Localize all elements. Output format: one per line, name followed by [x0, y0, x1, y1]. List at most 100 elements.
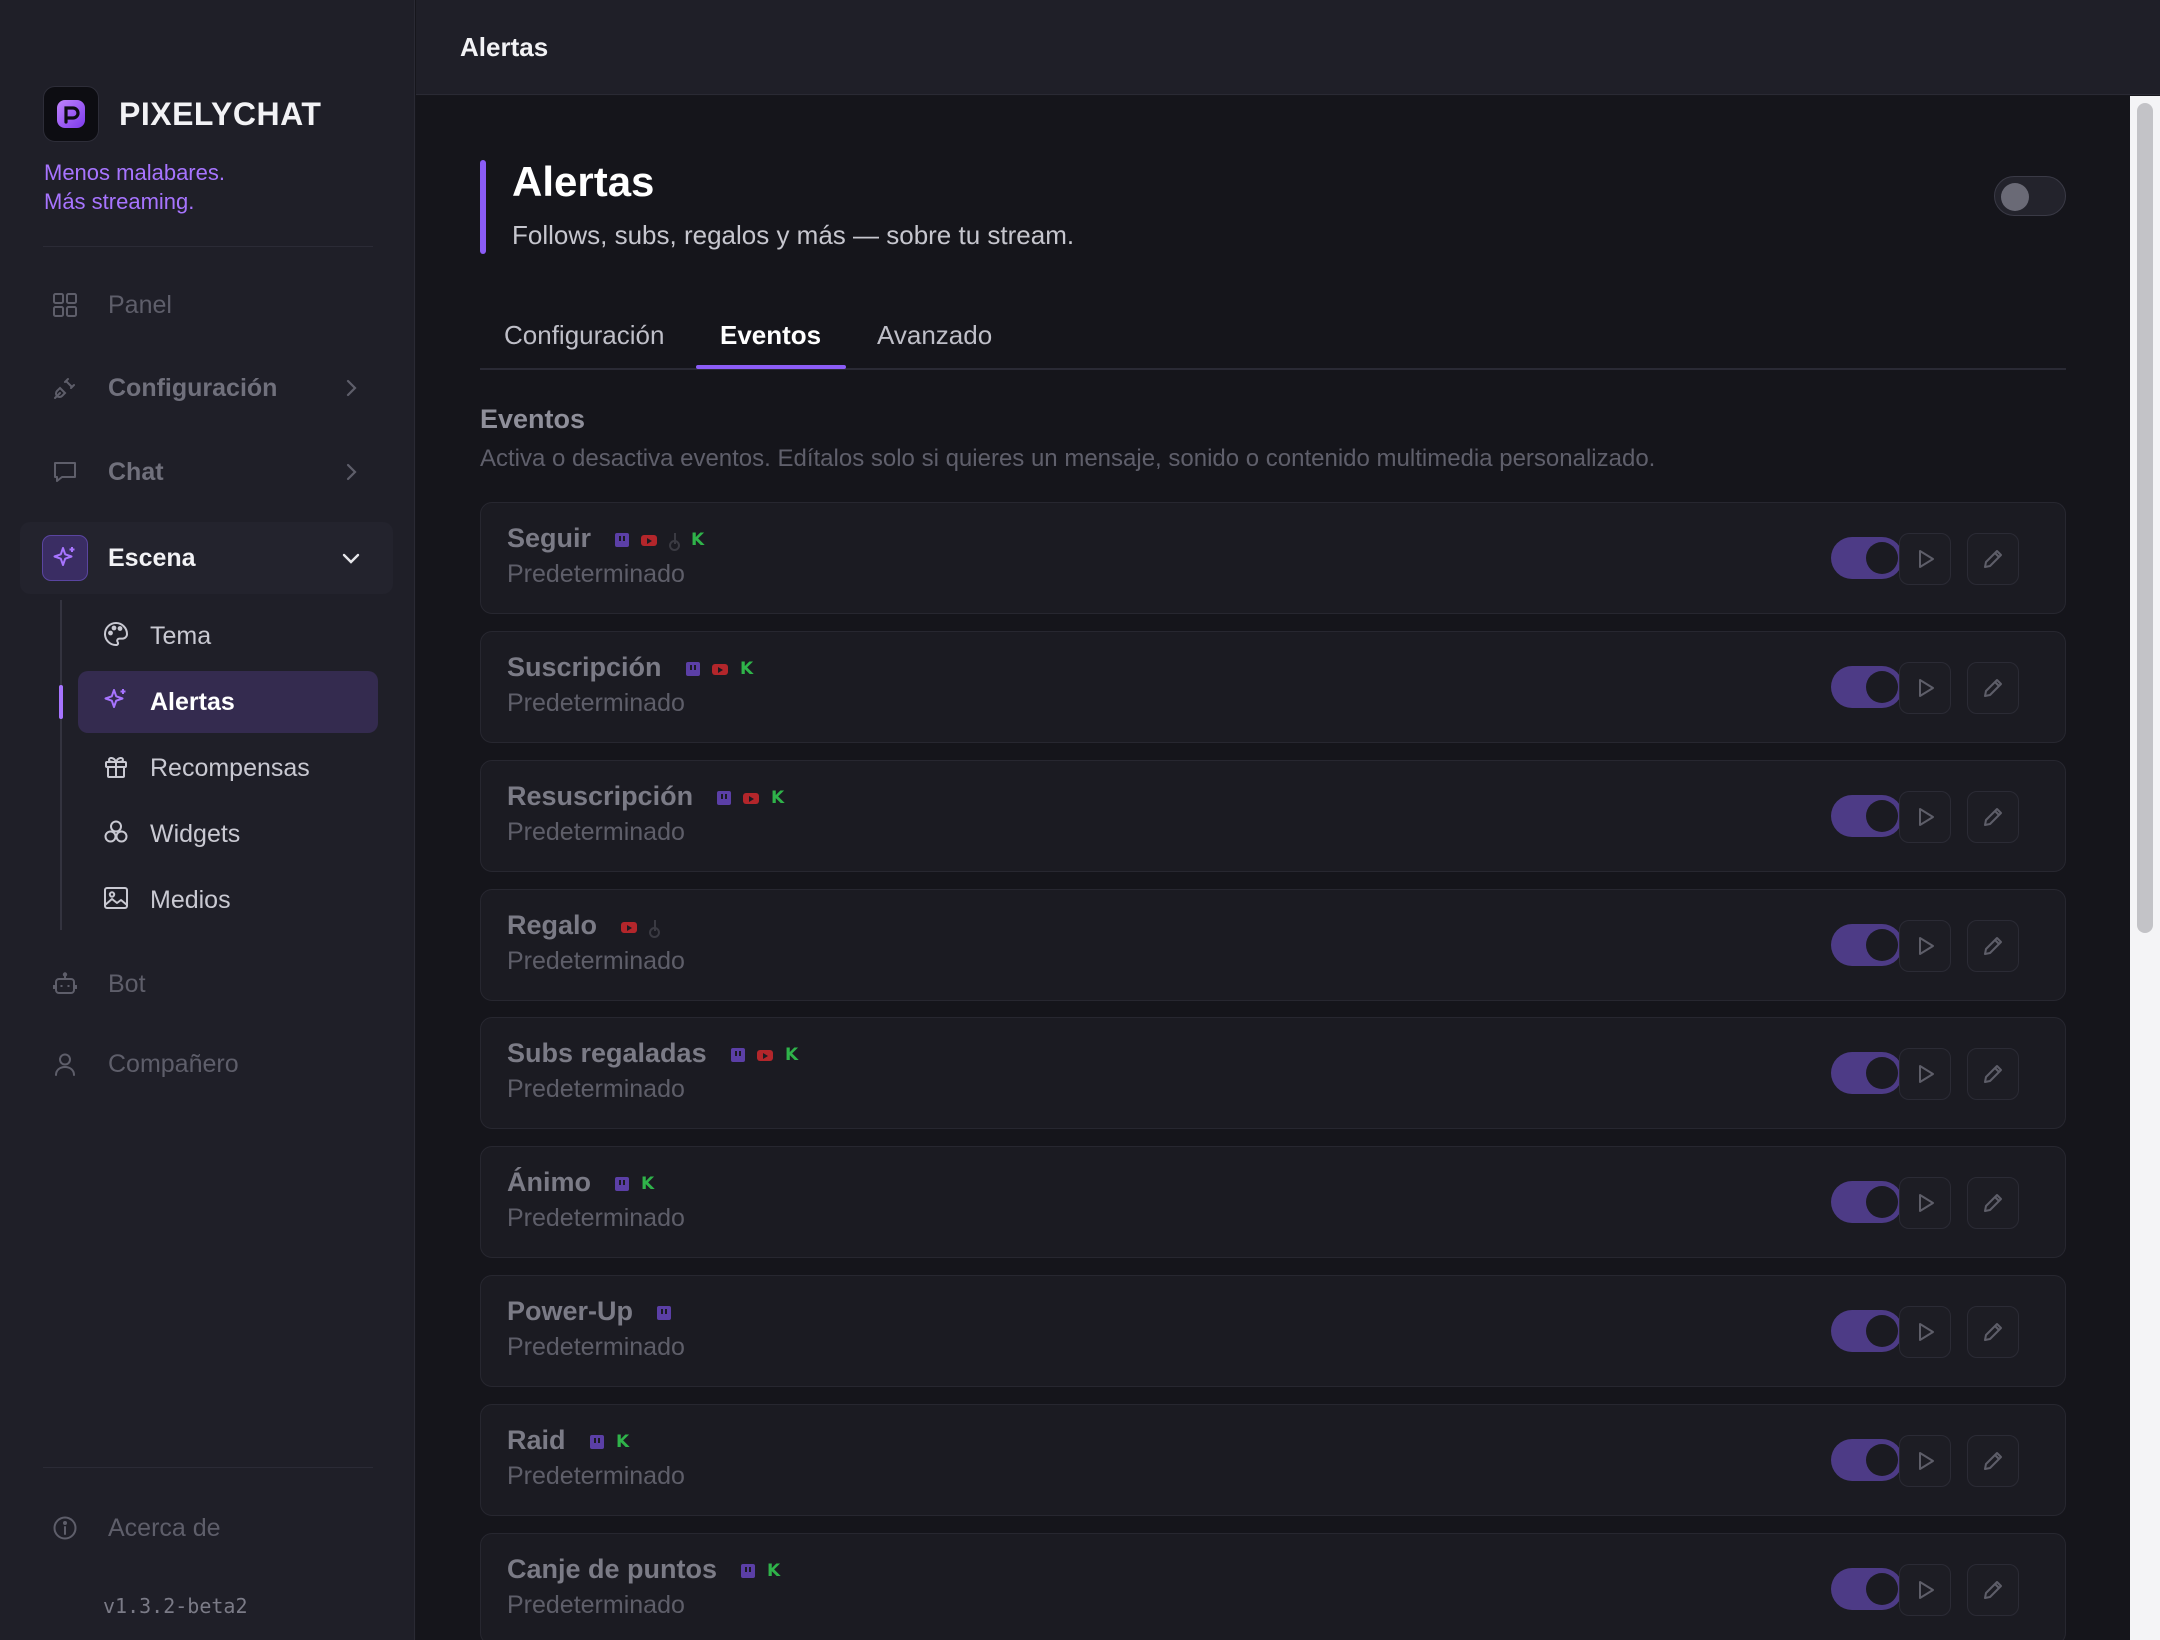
edit-button[interactable]: [1967, 1048, 2019, 1100]
active-marker: [59, 685, 63, 719]
event-row[interactable]: Power-Up Predeterminado: [480, 1275, 2066, 1387]
preview-play-button[interactable]: [1899, 1048, 1951, 1100]
kick-icon: K: [691, 530, 705, 550]
pencil-icon: [1984, 1323, 2002, 1341]
event-row[interactable]: Resuscripción K Predeterminado: [480, 760, 2066, 872]
app-version: v1.3.2-beta2: [103, 1594, 248, 1618]
preview-play-button[interactable]: [1899, 791, 1951, 843]
event-enabled-toggle[interactable]: [1831, 795, 1903, 837]
event-row[interactable]: Ánimo K Predeterminado: [480, 1146, 2066, 1258]
event-row[interactable]: Suscripción K Predeterminado: [480, 631, 2066, 743]
play-icon: [1919, 937, 1934, 955]
pixelychat-logo-icon: [43, 86, 99, 142]
pencil-icon: [1984, 1065, 2002, 1083]
event-enabled-toggle[interactable]: [1831, 1568, 1903, 1610]
play-icon: [1919, 1323, 1934, 1341]
event-enabled-toggle[interactable]: [1831, 1052, 1903, 1094]
toggle-knob: [1866, 1315, 1898, 1347]
edit-button[interactable]: [1967, 1564, 2019, 1616]
platform-badges: K: [731, 1047, 798, 1064]
edit-button[interactable]: [1967, 920, 2019, 972]
event-row[interactable]: Subs regaladas K Predeterminado: [480, 1017, 2066, 1129]
twitch-icon: [590, 1435, 604, 1449]
sidebar-item-label: Escena: [108, 543, 196, 572]
brand[interactable]: PIXELYCHAT: [43, 86, 321, 142]
edit-button[interactable]: [1967, 791, 2019, 843]
play-icon: [1919, 808, 1934, 826]
sidebar-item-companero[interactable]: Compañero: [20, 1031, 393, 1097]
platform-badges: [621, 920, 660, 938]
sidebar-item-chat[interactable]: Chat: [20, 439, 393, 505]
sidebar-subitem-alertas[interactable]: Alertas: [78, 671, 378, 733]
preview-play-button[interactable]: [1899, 1435, 1951, 1487]
twitch-icon: [686, 662, 700, 676]
event-enabled-toggle[interactable]: [1831, 666, 1903, 708]
tab-bar: Configuración Eventos Avanzado: [480, 310, 2066, 370]
sidebar-item-label: Panel: [108, 290, 172, 319]
edit-button[interactable]: [1967, 662, 2019, 714]
preview-play-button[interactable]: [1899, 1564, 1951, 1616]
sidebar-item-escena[interactable]: Escena: [20, 522, 393, 594]
sidebar-item-bot[interactable]: Bot: [20, 951, 393, 1017]
play-icon: [1919, 1194, 1934, 1212]
section-description: Activa o desactiva eventos. Edítalos sol…: [480, 445, 1656, 472]
user-icon: [50, 1049, 80, 1079]
event-row[interactable]: Seguir K Predeterminado: [480, 502, 2066, 614]
sidebar-subitem-widgets[interactable]: Widgets: [78, 803, 378, 865]
platform-badges: K: [686, 661, 753, 678]
edit-button[interactable]: [1967, 533, 2019, 585]
alerts-master-toggle[interactable]: [1994, 176, 2066, 216]
sidebar-subitem-label: Recompensas: [150, 753, 310, 782]
edit-button[interactable]: [1967, 1306, 2019, 1358]
preview-play-button[interactable]: [1899, 1306, 1951, 1358]
sidebar-subitem-recompensas[interactable]: Recompensas: [78, 737, 378, 799]
twitch-icon: [741, 1564, 755, 1578]
plug-icon: [50, 373, 80, 403]
chat-icon: [50, 457, 80, 487]
play-icon: [1919, 1581, 1934, 1599]
platform-badges: K: [590, 1434, 629, 1451]
scrollbar-thumb[interactable]: [2137, 103, 2153, 933]
image-icon: [102, 884, 130, 917]
sidebar-subitem-tema[interactable]: Tema: [78, 605, 378, 667]
toggle-knob: [1866, 1057, 1898, 1089]
event-status: Predeterminado: [507, 947, 685, 975]
tab-configuracion[interactable]: Configuración: [504, 320, 664, 370]
sidebar-subitem-label: Alertas: [150, 687, 235, 716]
event-name: Resuscripción: [507, 781, 694, 811]
event-status: Predeterminado: [507, 1462, 685, 1490]
preview-play-button[interactable]: [1899, 1177, 1951, 1229]
toggle-knob: [1866, 1444, 1898, 1476]
edit-button[interactable]: [1967, 1177, 2019, 1229]
event-enabled-toggle[interactable]: [1831, 537, 1903, 579]
event-row[interactable]: Raid K Predeterminado: [480, 1404, 2066, 1516]
play-icon: [1919, 1452, 1934, 1470]
event-row[interactable]: Regalo Predeterminado: [480, 889, 2066, 1001]
sidebar-item-label: Acerca de: [108, 1513, 221, 1542]
section-title: Eventos: [480, 404, 586, 434]
tab-eventos[interactable]: Eventos: [720, 320, 821, 370]
sidebar-item-panel[interactable]: Panel: [20, 272, 393, 338]
tab-avanzado[interactable]: Avanzado: [877, 320, 992, 370]
preview-play-button[interactable]: [1899, 533, 1951, 585]
tiktok-icon: [649, 920, 660, 938]
preview-play-button[interactable]: [1899, 920, 1951, 972]
event-enabled-toggle[interactable]: [1831, 1439, 1903, 1481]
edit-button[interactable]: [1967, 1435, 2019, 1487]
robot-icon: [50, 969, 80, 999]
pencil-icon: [1984, 1581, 2002, 1599]
event-row[interactable]: Canje de puntos K Predeterminado: [480, 1533, 2066, 1640]
sidebar-divider: [43, 1467, 373, 1468]
twitch-icon: [731, 1048, 745, 1062]
sidebar-subitem-medios[interactable]: Medios: [78, 869, 378, 931]
tagline-line-2: Más streaming.: [44, 189, 195, 214]
preview-play-button[interactable]: [1899, 662, 1951, 714]
event-enabled-toggle[interactable]: [1831, 1181, 1903, 1223]
toggle-knob: [1866, 1573, 1898, 1605]
event-enabled-toggle[interactable]: [1831, 924, 1903, 966]
sidebar-item-acerca[interactable]: Acerca de: [20, 1495, 393, 1561]
event-enabled-toggle[interactable]: [1831, 1310, 1903, 1352]
toggle-knob: [1866, 800, 1898, 832]
sidebar-item-configuracion[interactable]: Configuración: [20, 355, 393, 421]
event-status: Predeterminado: [507, 1075, 685, 1103]
